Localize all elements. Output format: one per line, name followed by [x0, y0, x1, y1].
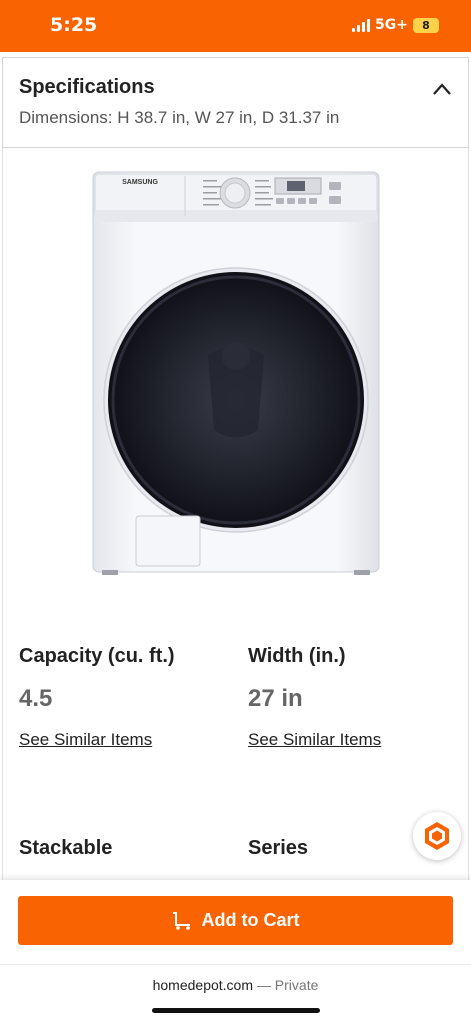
spec-value: 4.5 — [19, 685, 53, 712]
spec-label: Stackable — [19, 837, 113, 859]
battery-level: 8 — [422, 18, 430, 32]
specifications-section[interactable]: Specifications Dimensions: H 38.7 in, W … — [2, 57, 469, 148]
spec-value: 27 in — [248, 685, 303, 712]
assistant-button[interactable] — [413, 812, 461, 860]
spec-stackable: Stackable — [19, 837, 112, 860]
see-similar-items-link[interactable]: See Similar Items — [19, 730, 175, 750]
spec-label: Width (in.) — [248, 645, 346, 667]
spec-series: Series — [248, 837, 308, 860]
spec-capacity: Capacity (cu. ft.) 4.5 See Similar Items — [19, 645, 175, 750]
product-image: SAMSUNG — [92, 171, 380, 575]
status-time: 5:25 — [50, 14, 98, 36]
home-indicator[interactable] — [152, 1008, 320, 1013]
add-to-cart-label: Add to Cart — [201, 910, 300, 930]
url-domain: homedepot.com — [152, 977, 254, 993]
spec-width: Width (in.) 27 in See Similar Items — [248, 645, 381, 750]
brand-logo: SAMSUNG — [122, 179, 158, 186]
dimensions-text: Dimensions: H 38.7 in, W 27 in, D 31.37 … — [19, 108, 340, 127]
url-display[interactable]: homedepot.com — Private — [0, 977, 471, 993]
chevron-up-icon[interactable] — [432, 82, 452, 96]
signal-icon — [352, 18, 371, 32]
status-indicators: 5G+ 8 — [352, 17, 439, 33]
status-bar: 5:25 5G+ 8 — [0, 0, 471, 52]
hexagon-logo-icon — [425, 822, 449, 850]
specifications-title: Specifications — [19, 76, 155, 98]
network-type: 5G+ — [375, 17, 408, 33]
browser-bar: homedepot.com — Private — [0, 964, 471, 1021]
cart-icon — [172, 911, 190, 930]
cart-bar: Add to Cart — [0, 880, 471, 964]
spec-label: Series — [248, 837, 309, 859]
add-to-cart-button[interactable]: Add to Cart — [18, 896, 453, 945]
private-label: — Private — [256, 977, 319, 993]
spec-label: Capacity (cu. ft.) — [19, 645, 175, 667]
see-similar-items-link[interactable]: See Similar Items — [248, 730, 381, 750]
battery-icon: 8 — [413, 17, 439, 33]
